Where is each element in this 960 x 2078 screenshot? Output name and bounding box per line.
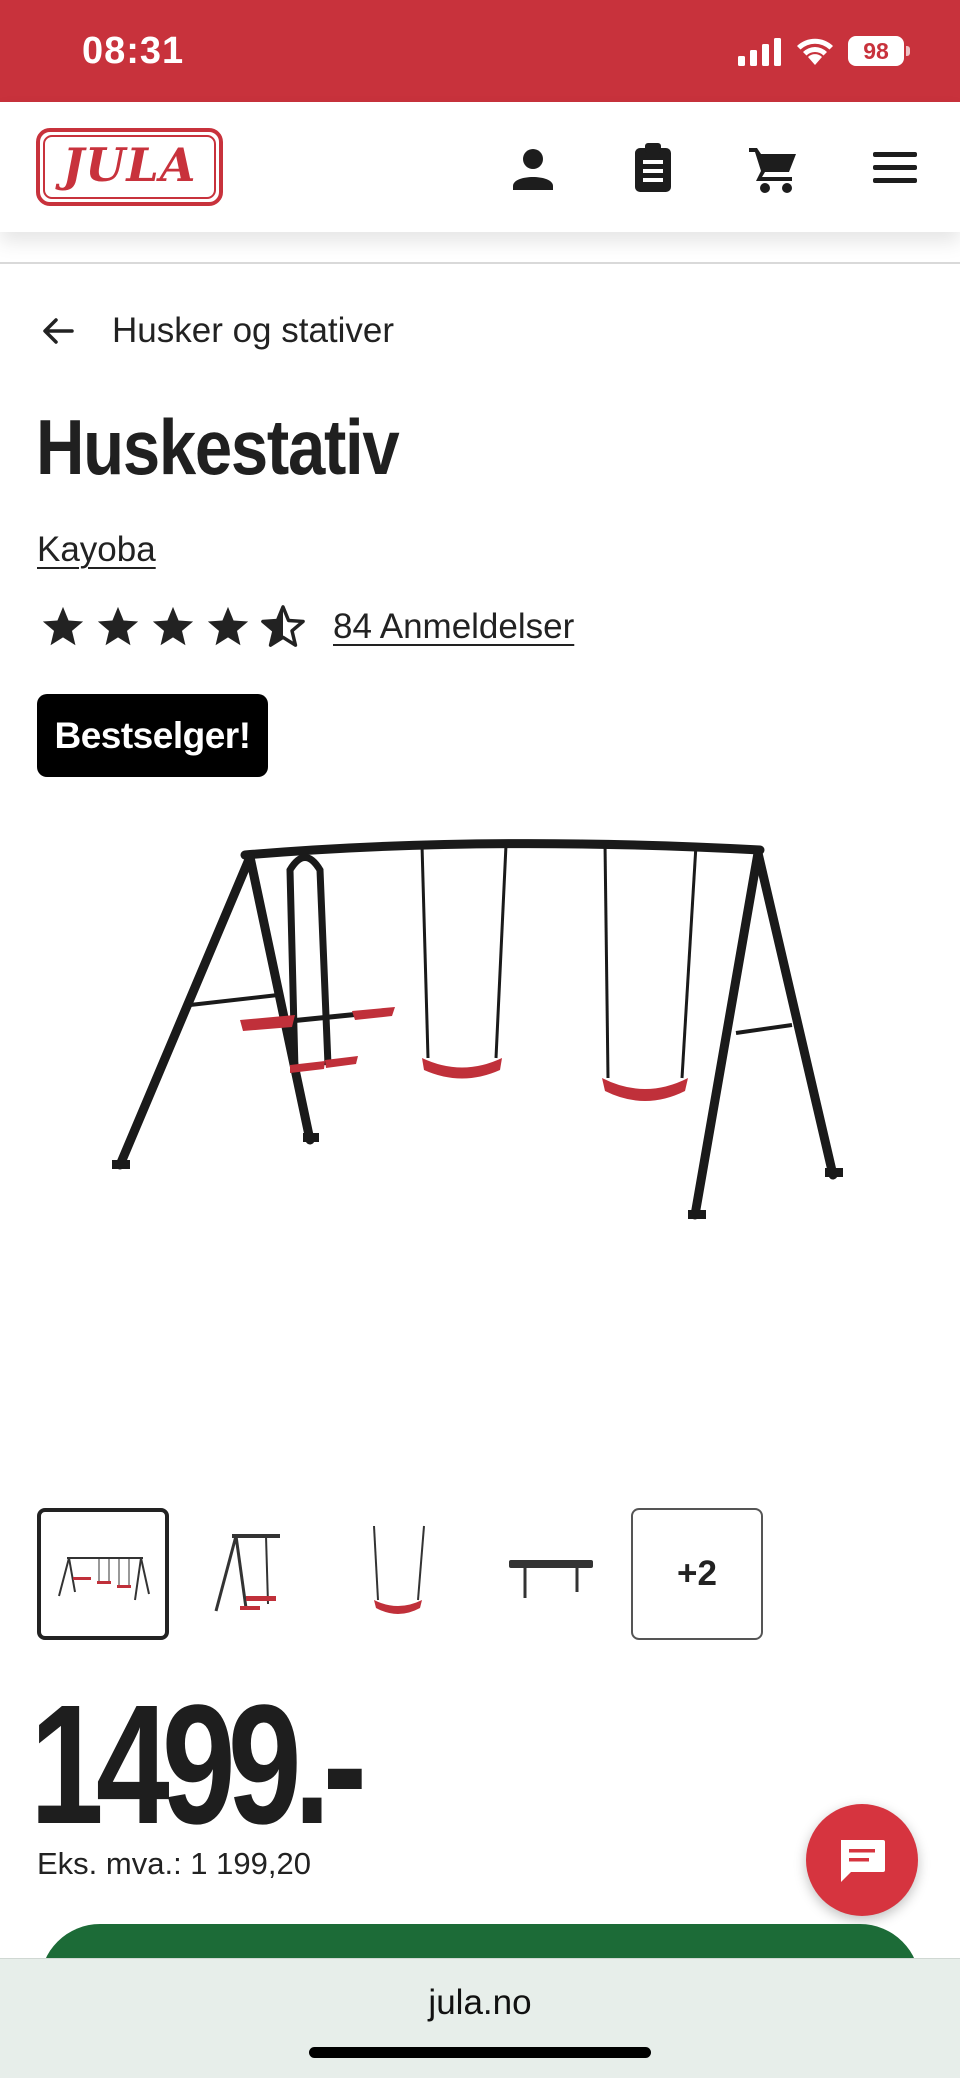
header-divider — [0, 262, 960, 264]
account-icon[interactable] — [505, 140, 561, 196]
thumbnail-glider-image — [214, 1534, 280, 1612]
thumbnail-1[interactable] — [37, 1508, 169, 1640]
star-full-icon — [42, 606, 84, 646]
star-half-icon — [261, 605, 305, 647]
cart-icon[interactable] — [746, 140, 802, 196]
status-time: 08:31 — [82, 30, 185, 72]
jula-logo[interactable]: JULA — [36, 128, 223, 206]
thumbnail-4[interactable] — [487, 1508, 619, 1640]
thumbnail-3[interactable] — [330, 1508, 462, 1640]
thumbnail-beam-image — [509, 1560, 593, 1598]
wifi-icon — [797, 38, 833, 65]
site-header: JULA — [0, 102, 960, 232]
chat-bubble-icon — [841, 1840, 885, 1882]
more-images-button[interactable]: +2 — [631, 1508, 763, 1640]
star-full-icon — [152, 606, 194, 646]
thumbnail-swing-set-image — [58, 1557, 150, 1601]
bestseller-badge: Bestselger! — [37, 694, 268, 777]
brand-link[interactable]: Kayoba — [37, 530, 156, 570]
browser-address-bar[interactable]: jula.no — [0, 1958, 960, 2078]
price-ex-vat: Eks. mva.: 1 199,20 — [37, 1846, 311, 1881]
cellular-signal-icon — [738, 38, 781, 66]
arrow-left-icon — [43, 318, 74, 344]
breadcrumb[interactable]: Husker og stativer — [38, 306, 394, 356]
thumbnail-swing-seat-image — [373, 1525, 425, 1614]
product-title: Huskestativ — [36, 403, 400, 491]
reviews-link[interactable]: 84 Anmeldelser — [333, 607, 574, 647]
battery-tip — [906, 46, 910, 56]
battery-level: 98 — [848, 36, 904, 66]
home-indicator[interactable] — [309, 2047, 651, 2058]
breadcrumb-label: Husker og stativer — [112, 311, 395, 350]
logo-text: JULA — [62, 138, 197, 192]
product-price: 1499.- — [30, 1670, 367, 1860]
chat-button[interactable] — [806, 1804, 918, 1916]
browser-url[interactable]: jula.no — [0, 1983, 960, 2023]
star-full-icon — [97, 606, 139, 646]
rating-row[interactable]: 84 Anmeldelser — [40, 602, 574, 652]
thumbnail-2[interactable] — [188, 1508, 320, 1640]
status-bar: 08:31 98 — [0, 0, 960, 102]
menu-icon[interactable] — [867, 140, 923, 196]
battery-indicator: 98 — [848, 36, 910, 66]
star-full-icon — [207, 606, 249, 646]
product-image[interactable] — [100, 815, 860, 1375]
shopping-list-icon[interactable] — [625, 140, 681, 196]
